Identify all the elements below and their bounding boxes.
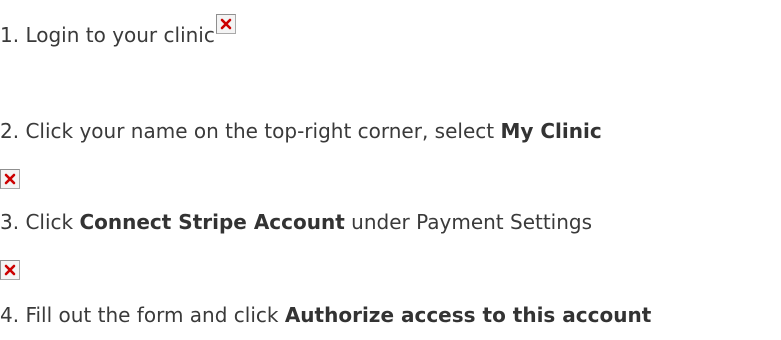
instructions-content: 1. Login to your clinic 2. Click your na… xyxy=(0,0,781,340)
broken-image-icon xyxy=(0,260,20,280)
step-4-label: 4. Fill out the form and click xyxy=(0,303,285,327)
broken-image-icon xyxy=(215,14,236,34)
step-1-text: 1. Login to your clinic xyxy=(0,14,236,48)
step-4-text: 4. Fill out the form and click Authorize… xyxy=(0,302,651,328)
broken-image-icon xyxy=(0,169,20,189)
step-1-label: 1. Login to your clinic xyxy=(0,23,215,47)
step-3-text: 3. Click Connect Stripe Account under Pa… xyxy=(0,209,592,235)
step-3-label: 3. Click xyxy=(0,210,80,234)
step-2-text: 2. Click your name on the top-right corn… xyxy=(0,118,602,144)
step-2-bold-label: My Clinic xyxy=(500,119,602,143)
step-3-bold-label: Connect Stripe Account xyxy=(79,210,345,234)
step-4-bold-label: Authorize access to this account xyxy=(284,303,652,327)
step-3-suffix: under Payment Settings xyxy=(344,210,593,234)
step-2-label: 2. Click your name on the top-right corn… xyxy=(0,119,501,143)
